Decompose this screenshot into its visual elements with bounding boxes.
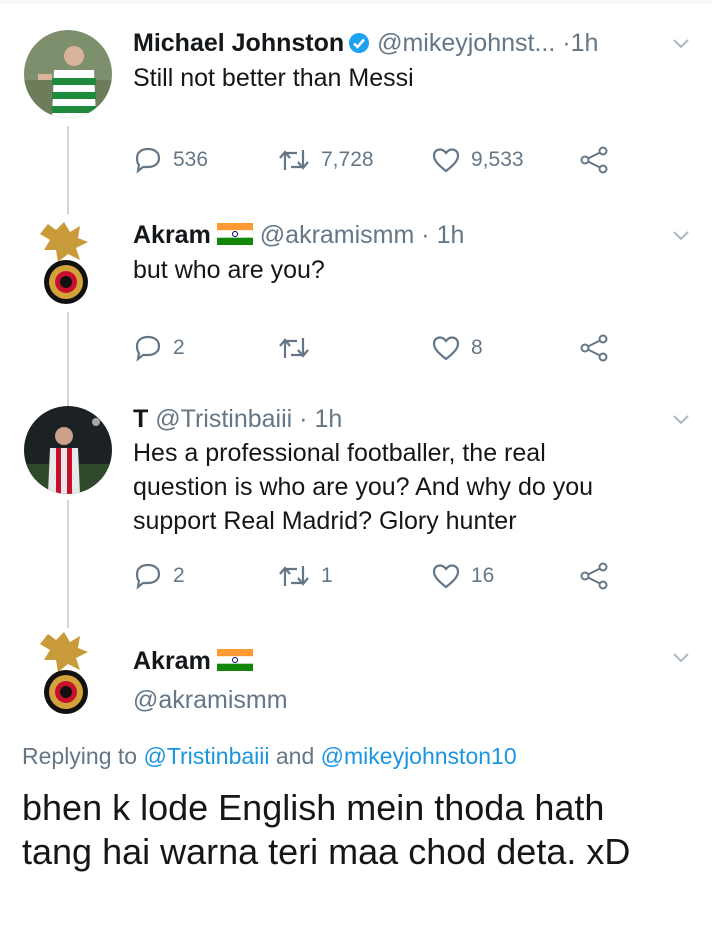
india-flag-icon [216, 648, 253, 671]
main-tweet-text: bhen k lode English mein thoda hath tang… [22, 786, 702, 874]
retweet-icon [279, 566, 309, 586]
main-tweet-text-line: tang hai warna teri maa chod deta. xD [22, 831, 631, 872]
share-icon [580, 334, 608, 362]
retweet-icon [279, 338, 309, 358]
tweet-text: but who are you? [133, 256, 325, 284]
main-tweet-name-row: Akram [133, 646, 253, 676]
tweet-header: T @Tristinbaiii · 1h [133, 404, 342, 434]
user-name[interactable]: T [133, 405, 148, 433]
tweet-akram-reply[interactable]: Akram @akramismm · 1h but who are you? 2… [0, 200, 712, 390]
tweet-text: Hes a professional footballer, the real … [133, 436, 593, 538]
tweet-text-line: support Real Madrid? Glory hunter [133, 507, 517, 535]
reply-count: 2 [173, 564, 185, 587]
tweet-header: Akram @akramismm · 1h [133, 220, 464, 250]
dot-separator: · [562, 29, 571, 57]
mention-link[interactable]: @Tristinbaiii [143, 743, 269, 769]
reply-icon [135, 147, 161, 174]
tweet-actions: 2 1 16 [133, 559, 633, 593]
mention-link[interactable]: @mikeyjohnston10 [321, 743, 517, 769]
india-flag-icon [216, 222, 253, 245]
tweet-tristinbaiii[interactable]: T @Tristinbaiii · 1h Hes a professional … [0, 390, 712, 610]
reply-button[interactable]: 2 [133, 331, 185, 365]
replying-to-label: Replying to [22, 743, 138, 769]
share-button[interactable] [579, 331, 609, 365]
tweet-text: Still not better than Messi [133, 64, 414, 92]
reply-count: 536 [173, 148, 209, 171]
like-count: 8 [471, 336, 483, 359]
user-name[interactable]: Akram [133, 647, 211, 675]
tweet-actions: 2 8 [133, 331, 633, 365]
user-handle[interactable]: @akramismm [133, 686, 288, 715]
dot-separator: · [421, 221, 430, 249]
retweet-count: 7,728 [321, 148, 374, 171]
tweet-michael-johnston[interactable]: Michael Johnston @mikeyjohnst... ·1h Sti… [0, 0, 712, 200]
like-button[interactable]: 16 [431, 559, 494, 593]
user-name[interactable]: Akram [133, 221, 211, 249]
user-handle[interactable]: @Tristinbaiii [155, 405, 292, 433]
chevron-down-icon[interactable] [672, 230, 690, 242]
retweet-button[interactable] [277, 331, 321, 365]
share-button[interactable] [579, 559, 609, 593]
reply-button[interactable]: 536 [133, 143, 208, 177]
share-button[interactable] [579, 143, 609, 177]
avatar[interactable] [24, 406, 112, 494]
user-handle[interactable]: @akramismm [260, 221, 415, 249]
share-icon [580, 146, 608, 174]
chevron-down-icon[interactable] [672, 414, 690, 426]
timestamp[interactable]: 1h [571, 29, 599, 57]
share-icon [580, 562, 608, 590]
reply-icon [135, 563, 161, 590]
like-button[interactable]: 9,533 [431, 143, 524, 177]
main-tweet-text-line: bhen k lode English mein thoda hath [22, 787, 605, 828]
reply-button[interactable]: 2 [133, 559, 185, 593]
tweet-actions: 536 7,728 9,533 [133, 143, 633, 177]
retweet-count: 1 [321, 564, 333, 587]
replying-to-line: Replying to @Tristinbaiii and @mikeyjohn… [22, 743, 517, 770]
reply-count: 2 [173, 336, 185, 359]
dot-separator: · [299, 405, 308, 433]
retweet-icon [279, 150, 309, 170]
avatar[interactable] [24, 30, 112, 118]
user-name[interactable]: Michael Johnston [133, 29, 344, 57]
tweet-text-line: Hes a professional footballer, the real [133, 439, 546, 467]
like-count: 9,533 [471, 148, 524, 171]
replying-and-label: and [275, 743, 315, 769]
avatar[interactable] [28, 220, 106, 306]
user-handle[interactable]: @mikeyjohnst... [377, 29, 555, 57]
chevron-down-icon[interactable] [672, 38, 690, 50]
avatar[interactable] [28, 630, 106, 716]
like-icon [432, 336, 460, 361]
retweet-button[interactable]: 1 [277, 559, 333, 593]
verified-badge-icon [348, 31, 370, 53]
timestamp[interactable]: 1h [437, 221, 465, 249]
reply-icon [135, 335, 161, 362]
like-icon [432, 148, 460, 173]
retweet-button[interactable]: 7,728 [277, 143, 374, 177]
tweet-text-line: question is who are you? And why do you [133, 473, 594, 501]
like-icon [432, 564, 460, 589]
timestamp[interactable]: 1h [314, 405, 342, 433]
tweet-header: Michael Johnston @mikeyjohnst... ·1h [133, 28, 598, 58]
chevron-down-icon[interactable] [672, 652, 690, 664]
like-count: 16 [471, 564, 495, 587]
like-button[interactable]: 8 [431, 331, 483, 365]
